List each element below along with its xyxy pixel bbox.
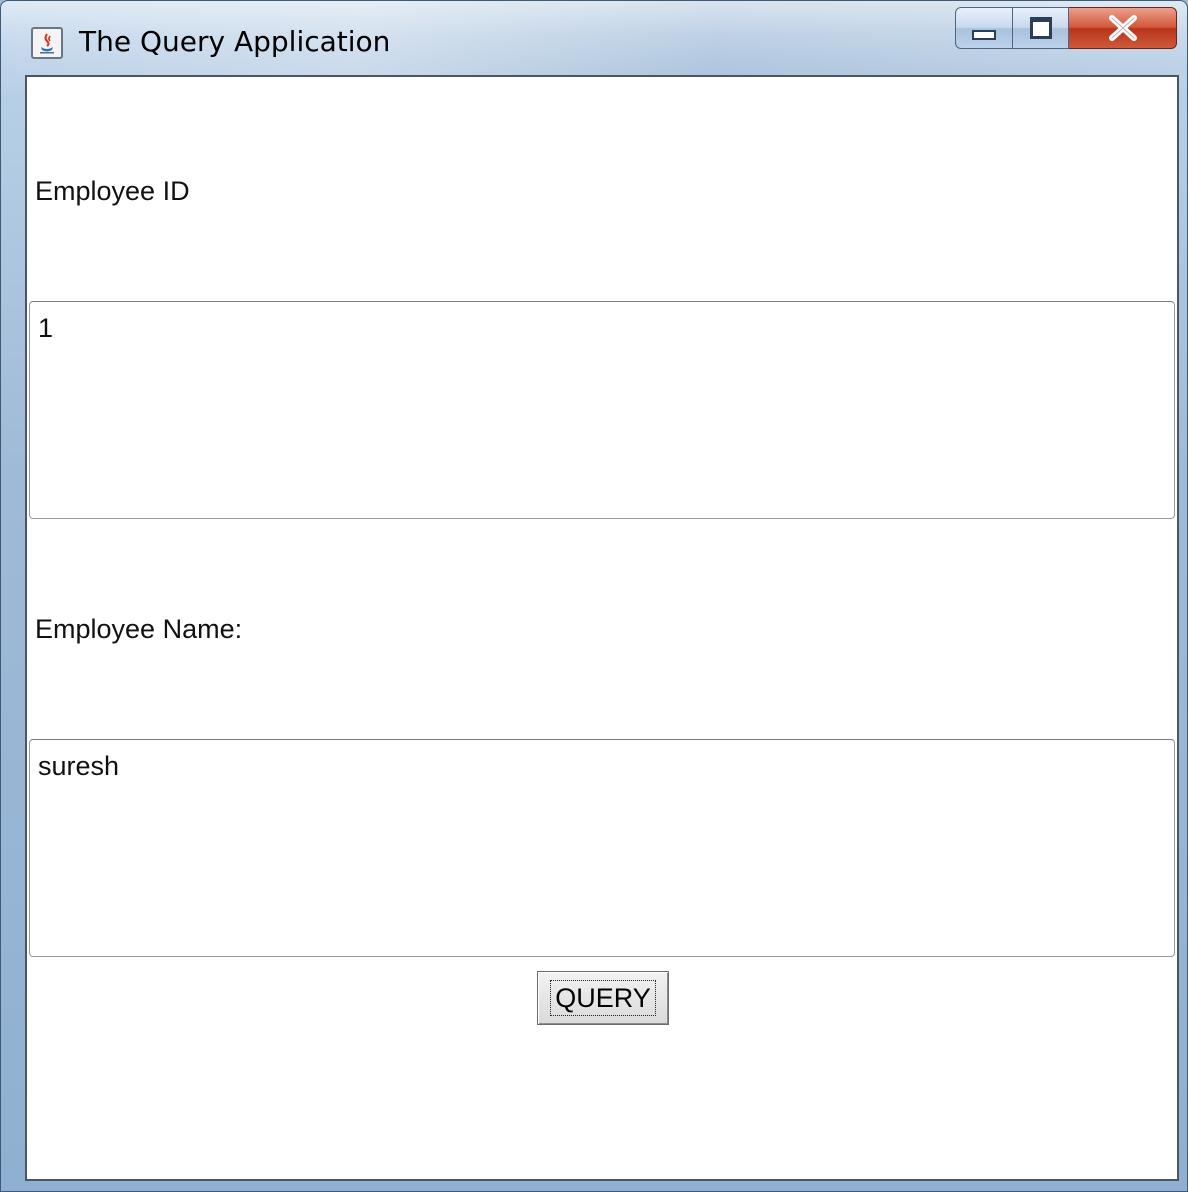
close-button[interactable] (1069, 7, 1177, 49)
title-bar[interactable]: The Query Application (1, 1, 1187, 75)
java-icon[interactable] (31, 27, 63, 59)
close-icon (1108, 15, 1137, 41)
employee-id-field[interactable]: 1 (29, 301, 1175, 519)
minimize-icon (972, 30, 996, 40)
query-button-label: QUERY (550, 980, 656, 1016)
maximize-button[interactable] (1013, 7, 1069, 49)
employee-id-label: Employee ID (35, 176, 190, 206)
window-controls (955, 7, 1177, 51)
application-window: The Query Application Employee ID 1 Empl… (0, 0, 1188, 1192)
maximize-icon (1029, 17, 1052, 39)
employee-name-field[interactable]: suresh (29, 739, 1175, 957)
employee-name-label: Employee Name: (35, 614, 243, 644)
window-title: The Query Application (79, 25, 391, 58)
query-button[interactable]: QUERY (537, 971, 669, 1025)
client-area: Employee ID 1 Employee Name: suresh QUER… (25, 75, 1179, 1181)
minimize-button[interactable] (955, 7, 1013, 49)
